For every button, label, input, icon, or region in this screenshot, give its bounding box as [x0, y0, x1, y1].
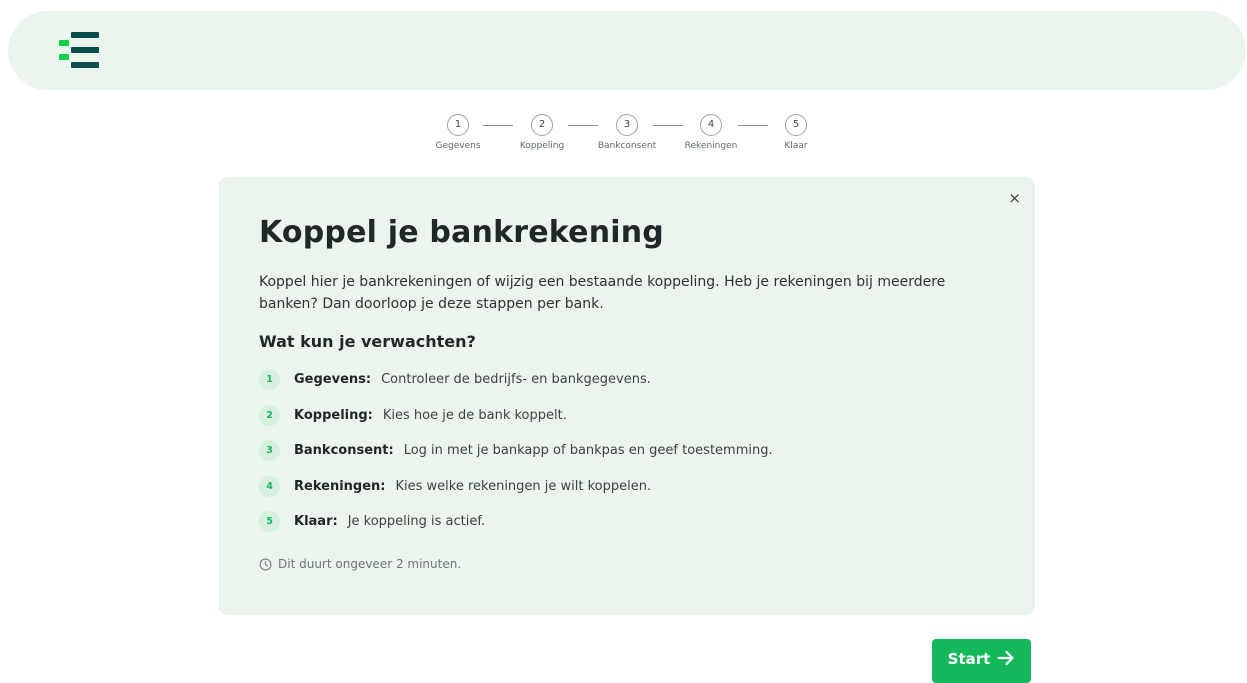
- step-gegevens: 1 Gegevens: [418, 114, 498, 151]
- step-label: Gegevens: [435, 141, 481, 151]
- page-title: Koppel je bankrekening: [259, 215, 664, 250]
- item-term: Koppeling:: [294, 407, 373, 423]
- duration-note: Dit duurt ongeveer 2 minuten.: [259, 557, 461, 571]
- item-number: 1: [259, 369, 280, 390]
- step-bankconsent: 3 Bankconsent: [587, 114, 667, 151]
- list-item: 3 Bankconsent: Log in met je bankapp of …: [259, 440, 773, 461]
- step-koppeling: 2 Koppeling: [502, 114, 582, 151]
- header-bar: [8, 11, 1246, 90]
- step-label: Koppeling: [519, 141, 565, 151]
- step-label: Bankconsent: [597, 141, 657, 151]
- start-button-label: Start: [947, 650, 991, 668]
- item-term: Gegevens:: [294, 372, 372, 387]
- step-number: 2: [531, 114, 553, 136]
- item-term: Bankconsent:: [294, 443, 394, 458]
- item-number: 4: [259, 475, 280, 497]
- item-term: Klaar:: [294, 514, 338, 529]
- intro-card: × Koppel je bankrekening Koppel hier je …: [219, 177, 1035, 615]
- item-text: Je koppeling is actief.: [347, 514, 486, 529]
- item-text: Log in met je bankapp of bankpas en geef…: [403, 443, 773, 458]
- brand-logo-icon[interactable]: [59, 32, 99, 68]
- item-number: 5: [259, 511, 280, 532]
- arrow-right-icon: [997, 650, 1015, 670]
- item-number: 3: [259, 440, 280, 461]
- start-button[interactable]: Start: [932, 639, 1031, 683]
- close-icon[interactable]: ×: [1008, 189, 1021, 207]
- step-number: 1: [447, 114, 469, 136]
- step-label: Rekeningen: [684, 141, 738, 151]
- step-rekeningen: 4 Rekeningen: [671, 114, 751, 151]
- progress-stepper: 1 Gegevens 2 Koppeling 3 Bankconsent 4 R…: [420, 114, 830, 158]
- list-item: 1 Gegevens: Controleer de bedrijfs- en b…: [259, 369, 773, 390]
- step-label: Klaar: [784, 141, 808, 151]
- item-text: Kies welke rekeningen je wilt koppelen.: [395, 478, 652, 494]
- step-number: 4: [700, 114, 722, 136]
- item-text: Kies hoe je de bank koppelt.: [382, 407, 567, 423]
- step-number: 3: [616, 114, 638, 136]
- duration-text: Dit duurt ongeveer 2 minuten.: [278, 557, 462, 571]
- list-item: 4 Rekeningen: Kies welke rekeningen je w…: [259, 475, 773, 497]
- expectation-list: 1 Gegevens: Controleer de bedrijfs- en b…: [259, 369, 773, 547]
- clock-icon: [259, 558, 272, 570]
- list-item: 5 Klaar: Je koppeling is actief.: [259, 511, 773, 532]
- step-klaar: 5 Klaar: [756, 114, 836, 151]
- item-term: Rekeningen:: [294, 478, 386, 494]
- list-item: 2 Koppeling: Kies hoe je de bank koppelt…: [259, 404, 773, 426]
- step-number: 5: [785, 114, 807, 136]
- section-heading: Wat kun je verwachten?: [259, 332, 476, 351]
- intro-text: Koppel hier je bankrekeningen of wijzig …: [259, 274, 946, 312]
- item-number: 2: [259, 404, 280, 426]
- item-text: Controleer de bedrijfs- en bankgegevens.: [381, 372, 651, 387]
